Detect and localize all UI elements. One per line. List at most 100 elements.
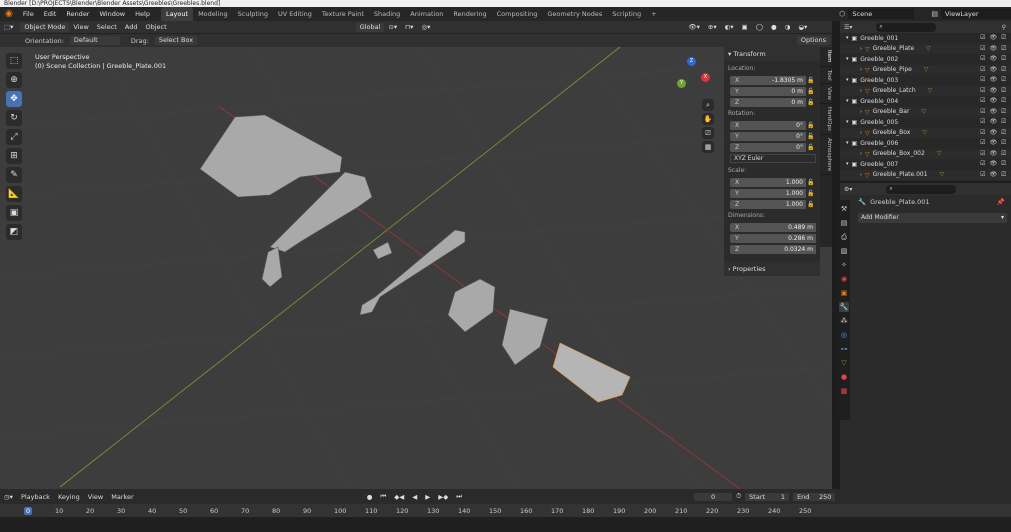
- expand-chevron-icon[interactable]: ▾: [846, 35, 849, 41]
- checkbox-icon[interactable]: ☑: [980, 150, 985, 158]
- orientation-selector[interactable]: Default: [69, 36, 120, 45]
- pin-icon[interactable]: 📌: [997, 198, 1011, 206]
- select-menu[interactable]: Select: [93, 23, 121, 31]
- world-tab-icon[interactable]: ◉: [839, 274, 849, 284]
- marker-menu[interactable]: Marker: [107, 493, 137, 501]
- rotation-y-value[interactable]: 0°: [744, 131, 806, 141]
- camera-icon[interactable]: ⎚: [1001, 97, 1006, 105]
- timeline-track-area[interactable]: [0, 517, 1011, 532]
- proportional-edit-icon[interactable]: ◎▾: [417, 23, 434, 31]
- checkbox-icon[interactable]: ☑: [980, 87, 985, 95]
- tab-tool[interactable]: Tool: [820, 67, 832, 85]
- view-menu[interactable]: View: [69, 23, 92, 31]
- shading-rendered-icon[interactable]: ◒▾: [794, 23, 811, 31]
- prev-keyframe-icon[interactable]: ◆◀: [390, 493, 408, 501]
- greeble-box-002-object[interactable]: [501, 308, 549, 366]
- eye-icon[interactable]: 👁: [990, 97, 998, 105]
- location-z-value[interactable]: 0 m: [744, 97, 806, 107]
- camera-icon[interactable]: ⎚: [1001, 150, 1006, 158]
- rotation-y-field[interactable]: Y 0° 🔓: [730, 131, 816, 141]
- transform-section-header[interactable]: ▾ Transform: [724, 47, 820, 61]
- location-z-field[interactable]: Z0 m 🔓: [730, 97, 816, 107]
- editor-type-icon[interactable]: ◷▾: [0, 493, 17, 501]
- scale-z-field[interactable]: Z 1.000 🔓: [730, 199, 816, 209]
- eye-icon[interactable]: 👁: [990, 76, 998, 84]
- menu-render[interactable]: Render: [61, 7, 94, 21]
- outliner-row[interactable]: › ▽ Greeble_Box_002 ▽ ☑ 👁 ⎚: [840, 148, 1011, 159]
- extrude-tool-icon[interactable]: ◩: [6, 224, 22, 240]
- rotation-x-value[interactable]: 0°: [744, 120, 806, 130]
- location-y-value[interactable]: 0 m: [744, 86, 806, 96]
- expand-chevron-icon[interactable]: ›: [860, 130, 862, 136]
- checkbox-icon[interactable]: ☑: [980, 97, 985, 105]
- eye-icon[interactable]: 👁: [990, 87, 998, 95]
- snap-icon[interactable]: ⊓▾: [401, 23, 417, 31]
- tab-view[interactable]: View: [820, 84, 832, 105]
- next-keyframe-icon[interactable]: ▶◆: [434, 493, 452, 501]
- outliner-row[interactable]: › ▽ Greeble_Plate.001 ▽ ☑ 👁 ⎚: [840, 169, 1011, 180]
- start-frame-field[interactable]: 1: [769, 492, 790, 501]
- eye-icon[interactable]: 👁: [990, 55, 998, 63]
- tab-shading[interactable]: Shading: [369, 7, 405, 21]
- checkbox-icon[interactable]: ☑: [980, 55, 985, 63]
- eye-icon[interactable]: 👁: [990, 150, 998, 158]
- expand-chevron-icon[interactable]: ▾: [846, 77, 849, 83]
- camera-icon[interactable]: ⎚: [1001, 108, 1006, 116]
- menu-edit[interactable]: Edit: [39, 7, 62, 21]
- move-tool-icon[interactable]: ✥: [6, 91, 22, 107]
- eye-icon[interactable]: 👁: [990, 118, 998, 126]
- expand-chevron-icon[interactable]: ▾: [846, 98, 849, 104]
- scene-tab-icon[interactable]: ✧: [839, 260, 849, 270]
- properties-section-header[interactable]: › Properties: [724, 262, 820, 276]
- dimensions-y-value[interactable]: 0.286 m: [744, 233, 816, 243]
- options-button[interactable]: Options: [796, 36, 830, 45]
- scale-x-field[interactable]: X 1.000 🔓: [730, 177, 816, 187]
- frame-ruler[interactable]: 0 10 20 30 40 50 60 70 80 90 100 110 120 130 140 150 160…: [0, 504, 1011, 517]
- camera-icon[interactable]: ⎚: [1001, 87, 1006, 95]
- rotate-tool-icon[interactable]: ↻: [6, 110, 22, 126]
- outliner-row[interactable]: ▾ ▣ Greeble_006 ☑ 👁 ⎚: [840, 138, 1011, 149]
- greeble-box-object[interactable]: [447, 278, 496, 333]
- expand-chevron-icon[interactable]: ▾: [846, 140, 849, 146]
- outliner-row[interactable]: › ▽ Greeble_Box ▽ ☑ 👁 ⎚: [840, 127, 1011, 138]
- outliner-row[interactable]: ▾ ▣ Greeble_003 ☑ 👁 ⎚: [840, 75, 1011, 86]
- dimensions-x-value[interactable]: 0.489 m: [744, 222, 816, 232]
- add-menu[interactable]: Add: [121, 23, 142, 31]
- tool-tab-icon[interactable]: ⚒: [839, 204, 849, 214]
- lock-icon[interactable]: 🔓: [806, 99, 816, 106]
- rotation-z-value[interactable]: 0°: [744, 142, 806, 152]
- checkbox-icon[interactable]: ☑: [980, 66, 985, 74]
- expand-chevron-icon[interactable]: ▾: [846, 161, 849, 167]
- tab-sculpting[interactable]: Sculpting: [233, 7, 273, 21]
- rotation-z-field[interactable]: Z 0° 🔓: [730, 142, 816, 152]
- gizmo-z-axis[interactable]: Z: [687, 57, 696, 66]
- blender-logo-icon[interactable]: ◉: [0, 9, 18, 19]
- gizmo-x-axis[interactable]: X: [701, 73, 710, 82]
- eye-icon[interactable]: 👁: [990, 171, 998, 179]
- jump-end-icon[interactable]: ⏭: [452, 492, 466, 501]
- render-tab-icon[interactable]: ▤: [839, 218, 849, 228]
- pan-hand-icon[interactable]: ✋: [702, 113, 714, 125]
- dimensions-z-field[interactable]: Z 0.0324 m: [730, 244, 816, 254]
- transform-orientation-selector[interactable]: Global: [355, 22, 385, 32]
- cursor-tool-icon[interactable]: ⊕: [6, 72, 22, 88]
- shading-solid-icon[interactable]: ●: [767, 23, 781, 31]
- outliner-row[interactable]: › ▽ Greeble_Pipe ▽ ☑ 👁 ⎚: [840, 64, 1011, 75]
- tab-compositing[interactable]: Compositing: [492, 7, 543, 21]
- add-modifier-dropdown[interactable]: Add Modifier ▾: [858, 213, 1007, 223]
- dimensions-z-value[interactable]: 0.0324 m: [744, 244, 816, 254]
- expand-chevron-icon[interactable]: ›: [860, 172, 862, 178]
- checkbox-icon[interactable]: ☑: [980, 129, 985, 137]
- expand-chevron-icon[interactable]: ›: [860, 151, 862, 157]
- scale-y-field[interactable]: Y 1.000 🔓: [730, 188, 816, 198]
- menu-file[interactable]: File: [18, 7, 39, 21]
- tab-atmosphere[interactable]: Atmosphere: [820, 135, 832, 176]
- material-tab-icon[interactable]: ●: [839, 372, 849, 382]
- tab-scripting[interactable]: Scripting: [607, 7, 646, 21]
- add-workspace-button[interactable]: +: [646, 7, 661, 21]
- greeble-plate-object[interactable]: [199, 114, 343, 198]
- checkbox-icon[interactable]: ☑: [980, 160, 985, 168]
- outliner-row[interactable]: › ▽ Greeble_Plate ▽ ☑ 👁 ⎚: [840, 43, 1011, 54]
- select-box-tool-icon[interactable]: ⬚: [6, 53, 22, 69]
- checkbox-icon[interactable]: ☑: [980, 139, 985, 147]
